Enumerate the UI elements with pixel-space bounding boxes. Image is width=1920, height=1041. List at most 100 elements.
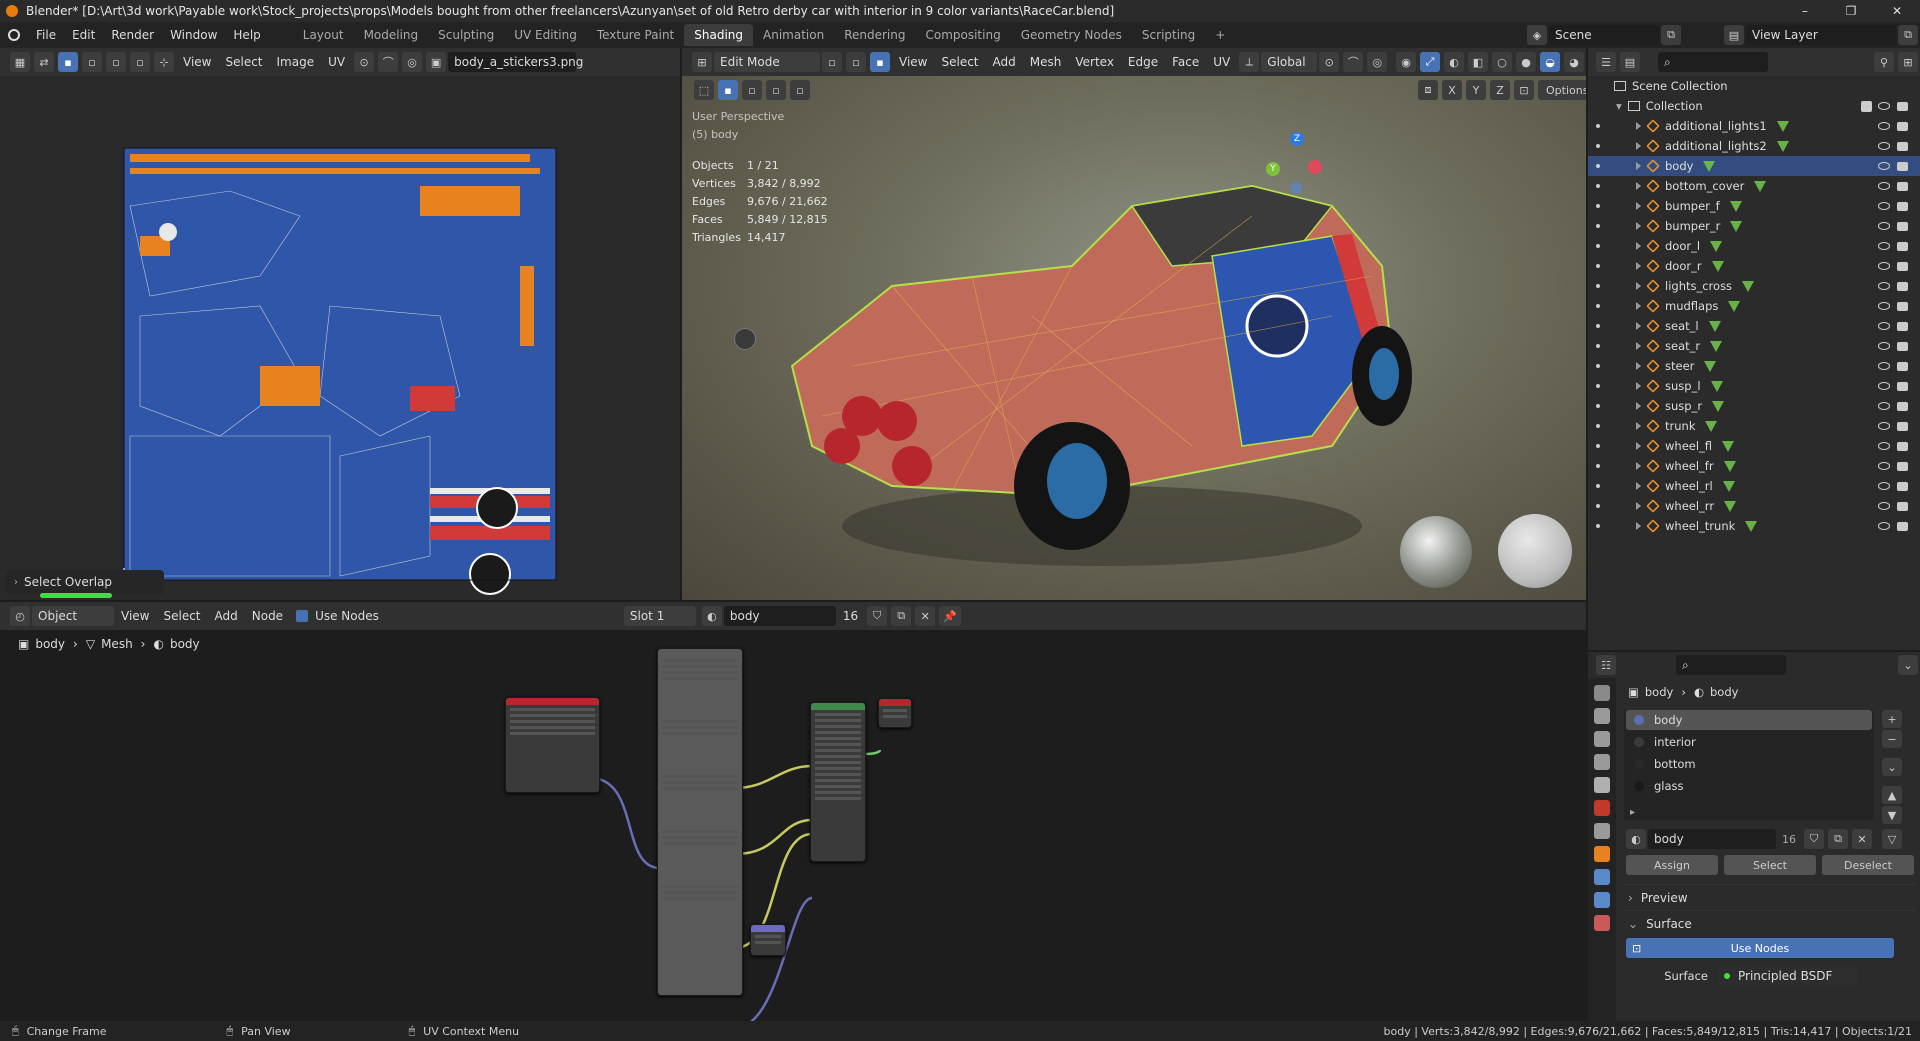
camera-icon[interactable] [1897, 141, 1908, 151]
object-tab-icon[interactable] [1594, 846, 1610, 862]
face-mode-icon[interactable]: ▪ [870, 52, 890, 72]
vert-mode-icon[interactable]: ▫ [822, 52, 842, 72]
uv-menu-uv[interactable]: UV [321, 55, 352, 69]
viewport-canvas[interactable]: ⬚ ▪ ▫ ▫ ▫ ⧈ X Y Z ⊡ Options User Perspec… [682, 76, 1586, 600]
outliner-item-lights-cross[interactable]: lights_cross [1588, 276, 1920, 296]
scene-tab-icon[interactable] [1594, 777, 1610, 793]
select-dot-icon[interactable] [1596, 164, 1600, 168]
texture-coord-frame[interactable] [505, 697, 600, 793]
mirror-icon[interactable]: ⧈ [1418, 80, 1438, 100]
eye-icon[interactable] [1878, 422, 1890, 430]
snapping-icon[interactable]: ⌒ [1343, 52, 1364, 72]
mesh-data-icon[interactable] [1703, 160, 1716, 172]
expand-arrow-icon[interactable] [1636, 342, 1641, 350]
expand-arrow-icon[interactable] [1636, 442, 1641, 450]
mesh-data-icon[interactable] [1776, 120, 1789, 132]
scene-icon[interactable]: ◈ [1527, 25, 1547, 45]
shader-type-dropdown[interactable]: Object [32, 606, 114, 626]
eye-icon[interactable] [1878, 182, 1890, 190]
expand-arrow-icon[interactable] [1636, 182, 1641, 190]
outliner-item-seat-l[interactable]: seat_l [1588, 316, 1920, 336]
constraint-tab-icon[interactable] [1594, 892, 1610, 908]
deselect-button[interactable]: Deselect [1822, 855, 1914, 875]
vp-menu-mesh[interactable]: Mesh [1023, 55, 1069, 69]
mesh-data-icon[interactable] [1745, 520, 1758, 532]
camera-icon[interactable] [1897, 461, 1908, 471]
menu-window[interactable]: Window [162, 28, 225, 42]
island-select-icon[interactable]: ▫ [130, 52, 150, 72]
mesh-data-icon[interactable] [1710, 380, 1723, 392]
duplicate-material-icon[interactable]: ⧉ [891, 606, 912, 626]
material-tab-icon[interactable] [1594, 915, 1610, 931]
select-extend-icon[interactable]: ▫ [742, 80, 762, 100]
select-dot-icon[interactable] [1596, 424, 1600, 428]
editor-type-icon[interactable]: ▦ [10, 52, 30, 72]
eye-icon[interactable] [1878, 242, 1890, 250]
properties-search-input[interactable]: ⌕ [1676, 655, 1786, 675]
tab-layout[interactable]: Layout [293, 24, 354, 46]
expand-arrow-icon[interactable] [1636, 162, 1641, 170]
camera-icon[interactable] [1897, 481, 1908, 491]
camera-icon[interactable] [1897, 381, 1908, 391]
auto-merge-icon[interactable]: ⊡ [1514, 80, 1534, 100]
material-shading-icon[interactable]: ◒ [1540, 52, 1560, 72]
mode-dropdown[interactable]: Edit Mode [714, 52, 820, 72]
overlay-icon[interactable]: ◐ [1444, 52, 1464, 72]
camera-toggle-icon[interactable] [734, 328, 756, 350]
camera-icon[interactable] [1897, 121, 1908, 131]
select-overlap-panel[interactable]: › Select Overlap [6, 570, 164, 594]
filter-icon[interactable]: ⚲ [1874, 52, 1894, 72]
sticky-select-icon[interactable]: ⊹ [154, 52, 174, 72]
use-nodes-button[interactable]: ⊡ Use Nodes [1626, 938, 1894, 958]
outliner-item-door-l[interactable]: door_l [1588, 236, 1920, 256]
surface-shader-field[interactable]: Principled BSDF [1718, 966, 1858, 986]
pin-icon[interactable]: 📌 [939, 606, 961, 626]
camera-icon[interactable] [1897, 201, 1908, 211]
select-new-icon[interactable]: ▪ [718, 80, 738, 100]
vp-menu-view[interactable]: View [892, 55, 934, 69]
tab-geometry-nodes[interactable]: Geometry Nodes [1011, 24, 1132, 46]
select-dot-icon[interactable] [1596, 464, 1600, 468]
outliner-item-wheel-fl[interactable]: wheel_fl [1588, 436, 1920, 456]
gizmo-neg-z-icon[interactable] [1290, 182, 1302, 194]
fake-user-icon[interactable]: ⛉ [867, 606, 888, 626]
outliner-item-trunk[interactable]: trunk [1588, 416, 1920, 436]
camera-icon[interactable] [1897, 101, 1908, 111]
mesh-data-icon[interactable] [1708, 320, 1721, 332]
select-button[interactable]: Select [1724, 855, 1816, 875]
mesh-data-icon[interactable] [1711, 260, 1724, 272]
node-editor-type-icon[interactable]: ◴ [10, 606, 30, 626]
material-browse-icon[interactable]: ◐ [701, 606, 722, 626]
mesh-data-icon[interactable] [1728, 300, 1741, 312]
select-dot-icon[interactable] [1596, 304, 1600, 308]
blender-menu-icon[interactable] [0, 29, 28, 41]
camera-icon[interactable] [1897, 301, 1908, 311]
eye-icon[interactable] [1878, 122, 1890, 130]
eye-icon[interactable] [1878, 502, 1890, 510]
render-tab-icon[interactable] [1594, 708, 1610, 724]
select-dot-icon[interactable] [1596, 364, 1600, 368]
material-slot-interior[interactable]: interior [1626, 732, 1872, 752]
eye-icon[interactable] [1878, 202, 1890, 210]
pivot-icon[interactable]: ⊙ [354, 52, 375, 72]
camera-icon[interactable] [1897, 421, 1908, 431]
camera-icon[interactable] [1897, 281, 1908, 291]
transform-orientation-icon[interactable]: ⟂ [1239, 52, 1260, 72]
expand-arrow-icon[interactable] [1636, 522, 1641, 530]
view-layer-tab-icon[interactable] [1594, 754, 1610, 770]
outliner-item-wheel-trunk[interactable]: wheel_trunk [1588, 516, 1920, 536]
expand-arrow-icon[interactable] [1636, 362, 1641, 370]
scene-collection-row[interactable]: Scene Collection [1588, 76, 1920, 96]
outliner-item-wheel-fr[interactable]: wheel_fr [1588, 456, 1920, 476]
outliner-item-susp-r[interactable]: susp_r [1588, 396, 1920, 416]
mesh-data-icon[interactable] [1704, 360, 1717, 372]
vp-menu-select[interactable]: Select [934, 55, 985, 69]
node-menu-add[interactable]: Add [208, 609, 245, 623]
properties-options-icon[interactable]: ⌄ [1898, 655, 1918, 675]
expand-arrow-icon[interactable] [1636, 382, 1641, 390]
camera-icon[interactable] [1897, 361, 1908, 371]
camera-icon[interactable] [1897, 521, 1908, 531]
options-dropdown[interactable]: Options [1538, 80, 1586, 100]
select-dot-icon[interactable] [1596, 244, 1600, 248]
menu-edit[interactable]: Edit [64, 28, 103, 42]
